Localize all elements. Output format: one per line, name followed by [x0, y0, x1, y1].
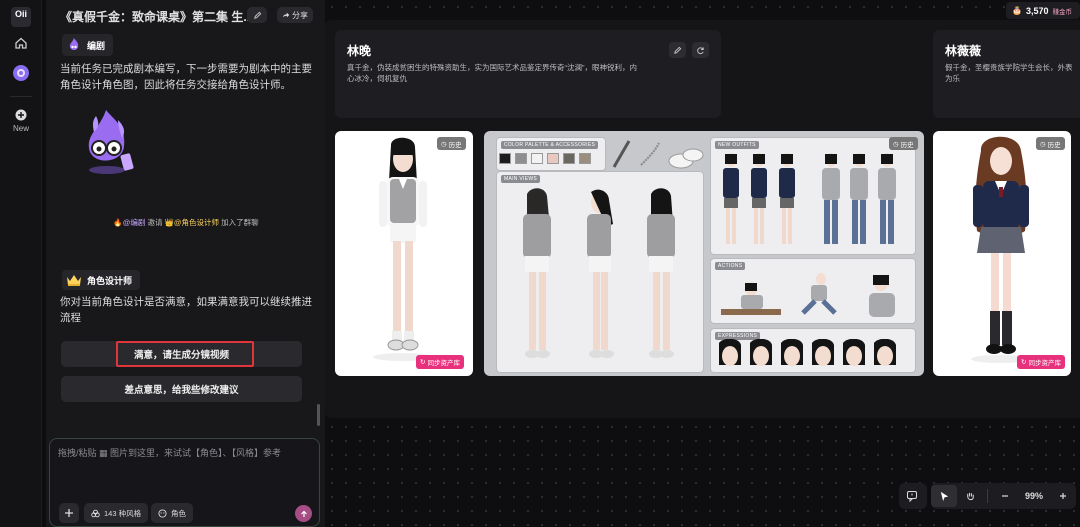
actions-illustration	[721, 273, 895, 317]
sync-icon: ↻	[420, 359, 426, 366]
sync-icon: ↻	[1021, 359, 1027, 366]
plus-icon	[1060, 493, 1066, 499]
swatch-1	[515, 153, 527, 164]
zoom-in-button[interactable]	[1050, 485, 1076, 507]
send-button[interactable]	[295, 505, 312, 522]
writer-role-header: 编剧	[62, 34, 114, 56]
pencil-icon	[674, 46, 682, 54]
character-description: 假千金，圣樱贵族学院学生会长，外表 为乐	[945, 63, 1073, 83]
clock-icon: ◷	[1040, 140, 1046, 148]
toolbar-divider	[987, 489, 988, 503]
zoom-out-button[interactable]	[992, 485, 1018, 507]
character-name: 林薇薇	[945, 44, 982, 58]
crown-small-icon: 👑	[164, 218, 174, 227]
designer-message: 你对当前角色设计是否满意，如果满意我可以继续推进流程	[60, 296, 312, 324]
sync-assets-button[interactable]: ↻ 同步资产库	[416, 355, 464, 369]
swatch-4	[563, 153, 575, 164]
outfits-illustration	[723, 153, 896, 244]
refresh-icon	[697, 46, 704, 54]
swatch-0	[499, 153, 511, 164]
history-button[interactable]: ◷ 历史	[437, 137, 466, 150]
character-figure-illustration	[971, 136, 1031, 363]
history-button[interactable]: ◷ 历史	[1036, 137, 1065, 150]
main-views-illustration	[523, 188, 675, 358]
history-button[interactable]: ◷ 历史	[889, 137, 918, 150]
comment-icon	[907, 491, 917, 502]
feedback-toolbar	[899, 483, 927, 509]
character-image-linwan[interactable]: ◷ 历史 ↻ 同步资产库	[335, 131, 473, 376]
chat-panel: 《真假千金：致命课桌》第二集 生... 分享 编剧 当前任务已完成剧本编写，下一…	[46, 0, 326, 527]
coin-balance[interactable]: 🎂 3,570 赚金币	[1006, 2, 1080, 19]
character-image-linweiwei[interactable]: ◷ 历史 ↻ 同步资产库	[933, 131, 1071, 376]
new-label[interactable]: New	[0, 124, 42, 133]
main-views-panel: MAIN VIEWS	[496, 171, 704, 373]
character-description: 真千金，伪装成贫困生的特殊资助生，实为国际艺术品鉴定界传奇“沈澜”，眼神锐利，内…	[347, 63, 637, 83]
rail-divider	[10, 96, 32, 97]
character-sheet-image[interactable]: COLOR PALETTE & ACCESSORIES MAIN VIEWS N…	[484, 131, 924, 376]
face-icon	[158, 508, 167, 518]
app-logo[interactable]: Oii	[11, 7, 31, 27]
attach-button[interactable]	[59, 503, 79, 523]
home-icon[interactable]	[11, 33, 31, 53]
writer-role-chip: 编剧	[62, 34, 114, 56]
new-plus-icon[interactable]	[11, 108, 31, 122]
chat-scrollbar[interactable]	[317, 404, 320, 426]
character-figure-illustration	[373, 137, 433, 361]
cursor-icon	[940, 491, 948, 501]
zoom-level[interactable]: 99%	[1018, 491, 1050, 501]
role-picker-button[interactable]: 角色	[151, 503, 193, 523]
feedback-button[interactable]	[899, 485, 925, 507]
revise-option-button[interactable]: 差点意思，给我些修改建议	[61, 376, 302, 402]
regenerate-character-button[interactable]	[692, 42, 709, 58]
expressions-illustration	[719, 339, 896, 366]
new-outfits-panel: NEW OUTFITS	[710, 137, 916, 255]
share-arrow-icon	[282, 12, 290, 18]
pencil-icon	[253, 11, 261, 19]
coin-cake-icon: 🎂	[1012, 6, 1022, 15]
hand-icon	[966, 492, 974, 500]
designer-role-header: 角色设计师	[62, 270, 141, 290]
project-avatar-icon[interactable]	[11, 63, 31, 83]
highlight-outline	[116, 341, 254, 367]
writer-flame-icon	[69, 38, 79, 50]
clock-icon: ◷	[441, 140, 447, 148]
crown-icon	[67, 275, 81, 286]
select-tool-button[interactable]	[931, 485, 957, 507]
hand-tool-button[interactable]	[957, 485, 983, 507]
left-rail: Oii New	[0, 0, 42, 527]
character-name: 林晚	[347, 44, 372, 58]
character-card-linweiwei[interactable]: 林薇薇 假千金，圣樱贵族学院学生会长，外表 为乐	[933, 30, 1080, 118]
edit-title-button[interactable]	[247, 7, 267, 23]
join-notice: 🔥@编剧 邀请 👑@角色设计师 加入了群聊	[113, 218, 259, 227]
swatch-2	[531, 153, 543, 164]
writer-small-icon: 🔥	[113, 218, 123, 227]
edit-character-button[interactable]	[669, 42, 686, 58]
writer-message: 当前任务已完成剧本编写，下一步需要为剧本中的主要角色设计角色图，因此将任务交接给…	[60, 63, 312, 91]
message-input[interactable]: 拖拽/粘贴 ▦ 图片到这里，来试试【角色】、【风格】参考 143 种风格 角色	[49, 438, 320, 527]
designer-role-chip: 角色设计师	[62, 270, 141, 290]
accessories-illustration	[612, 140, 704, 169]
canvas-toolbar: 99%	[931, 483, 1076, 509]
plus-icon	[65, 509, 73, 517]
actions-panel: ACTIONS	[710, 258, 916, 324]
minus-icon	[1002, 495, 1008, 497]
style-picker-button[interactable]: 143 种风格	[84, 503, 149, 523]
character-card-linwan[interactable]: 林晚 真千金，伪装成贫困生的特殊资助生，实为国际艺术品鉴定界传奇“沈澜”，眼神锐…	[335, 30, 721, 118]
input-placeholder: 拖拽/粘贴 ▦ 图片到这里，来试试【角色】、【风格】参考	[58, 448, 282, 458]
share-button[interactable]: 分享	[277, 7, 313, 23]
style-icon	[91, 509, 100, 517]
swatch-3	[547, 153, 559, 164]
swatch-5	[579, 153, 591, 164]
clock-icon: ◷	[893, 140, 899, 148]
sync-assets-button[interactable]: ↻ 同步资产库	[1017, 355, 1065, 369]
expressions-panel: EXPRESSIONS	[710, 328, 916, 373]
writer-mascot-image	[76, 106, 141, 178]
arrow-up-icon	[300, 510, 307, 517]
